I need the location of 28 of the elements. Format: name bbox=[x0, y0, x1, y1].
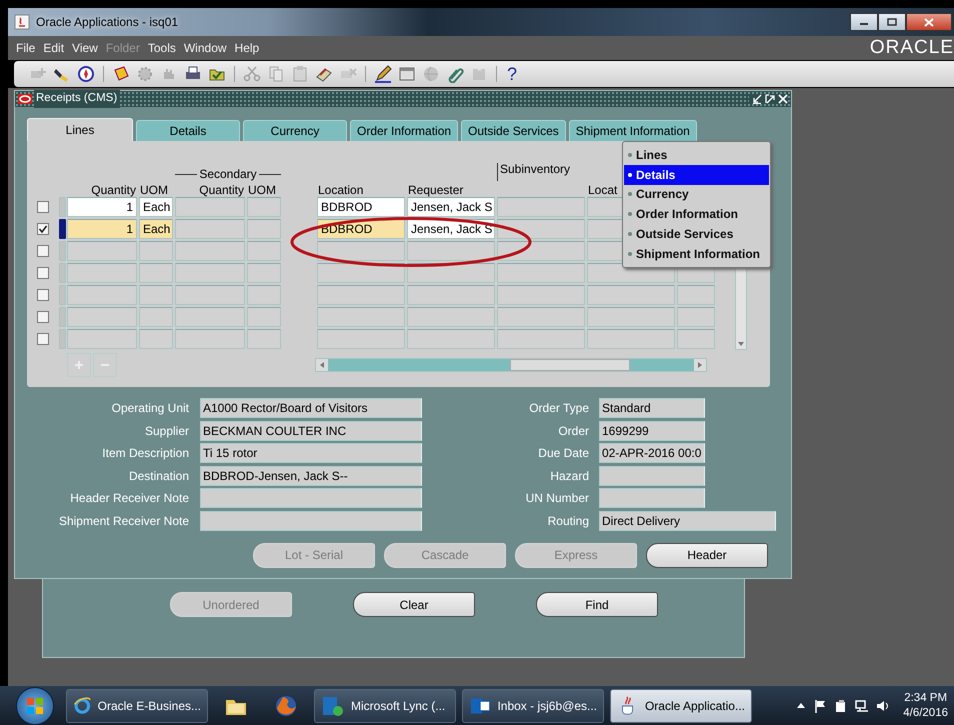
column-header: Quantity bbox=[90, 183, 137, 197]
field-label: Order bbox=[557, 422, 589, 440]
column-header: UOM bbox=[247, 183, 277, 197]
column-header: Location bbox=[317, 183, 364, 197]
column-header: Subinventory bbox=[497, 163, 570, 181]
taskbar-label: Inbox - jsj6b@es... bbox=[497, 698, 597, 714]
taskbar-label: Oracle Applicatio... bbox=[644, 698, 745, 714]
taskbar-label: Microsoft Lync (... bbox=[351, 698, 446, 714]
taskbar-label: Oracle E-Busines... bbox=[98, 698, 201, 714]
field-label: Hazard bbox=[549, 468, 589, 485]
column-group-header: Secondary bbox=[199, 167, 257, 181]
field-label: Supplier bbox=[144, 422, 189, 440]
field-label: UN Number bbox=[524, 490, 589, 508]
column-header: Requester bbox=[407, 183, 464, 197]
field-label: Destination bbox=[128, 468, 189, 485]
field-label: Due Date bbox=[537, 445, 589, 462]
column-header: UOM bbox=[139, 183, 169, 197]
column-header: Quantity bbox=[198, 183, 245, 197]
window-title: Oracle Applications - isq01 bbox=[36, 14, 178, 31]
field-label: Header Receiver Note bbox=[69, 490, 189, 508]
form-title: Receipts (CMS) bbox=[34, 90, 120, 108]
field-label: Shipment Receiver Note bbox=[58, 512, 189, 530]
brand-logo: ORACLE bbox=[870, 36, 954, 60]
field-label: Routing bbox=[546, 512, 589, 530]
field-label: Operating Unit bbox=[110, 400, 189, 417]
field-label: Item Description bbox=[101, 445, 189, 462]
field-label: Order Type bbox=[528, 400, 589, 417]
column-header: Locat bbox=[587, 183, 618, 197]
